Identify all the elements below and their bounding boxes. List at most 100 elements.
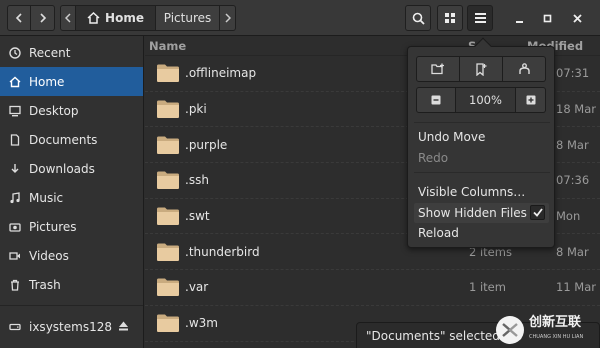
search-button[interactable]	[405, 5, 431, 31]
sidebar: Recent Home Desktop Documents Downloads …	[0, 36, 144, 348]
clock-icon	[8, 46, 22, 60]
home-icon	[8, 75, 22, 89]
path-home-label: Home	[105, 11, 144, 25]
folder-icon	[157, 64, 179, 83]
chevron-right-icon	[39, 13, 46, 23]
folder-icon	[157, 100, 179, 119]
open-terminal-button[interactable]	[503, 56, 546, 82]
file-name: .thunderbird	[185, 244, 260, 259]
zoom-level[interactable]: 100%	[456, 87, 516, 113]
sidebar-item-recent[interactable]: Recent	[0, 38, 143, 67]
nav-buttons	[7, 5, 55, 31]
file-name: .var	[185, 280, 209, 295]
new-folder-icon	[431, 63, 444, 75]
sidebar-item-music[interactable]: Music	[0, 183, 143, 212]
sidebar-item-label: Recent	[29, 45, 71, 60]
close-button[interactable]	[565, 5, 589, 31]
home-icon	[87, 12, 100, 24]
sidebar-item-documents[interactable]: Documents	[0, 125, 143, 154]
redo-item[interactable]: Redo	[418, 151, 448, 165]
app-menu-popover: 100% Undo Move Redo Visible Columns… Sho…	[407, 37, 555, 248]
maximize-icon	[543, 14, 551, 22]
back-button[interactable]	[7, 5, 31, 31]
zoom-in-button[interactable]	[516, 87, 546, 113]
sidebar-separator	[0, 305, 143, 306]
bookmark-button[interactable]	[460, 56, 503, 82]
folder-icon	[157, 314, 179, 333]
file-modified: 18 Mar	[556, 102, 596, 117]
eject-icon[interactable]	[118, 320, 129, 334]
show-hidden-files-item[interactable]: Show Hidden Files	[414, 203, 549, 223]
minimize-icon	[515, 20, 523, 23]
view-toggle-button[interactable]	[437, 5, 463, 31]
video-icon	[8, 249, 22, 263]
undo-move-item[interactable]: Undo Move	[418, 130, 485, 144]
menu-separator	[414, 122, 550, 123]
document-icon	[8, 133, 22, 147]
folder-icon	[157, 171, 179, 190]
file-modified: 07:31	[556, 66, 590, 81]
path-scroll-left-button[interactable]	[60, 5, 76, 31]
download-icon	[8, 162, 22, 176]
plus-icon	[526, 95, 535, 105]
sidebar-item-downloads[interactable]: Downloads	[0, 154, 143, 183]
file-name: .offlineimap	[185, 66, 257, 81]
minus-icon	[431, 95, 441, 105]
folder-icon	[157, 278, 179, 297]
file-name: .swt	[185, 209, 210, 224]
sidebar-item-pictures[interactable]: Pictures	[0, 212, 143, 241]
menu-button[interactable]	[467, 5, 493, 31]
file-modified: 07:36	[556, 173, 590, 188]
sidebar-item-label: Documents	[29, 132, 98, 147]
file-modified: Mon	[556, 209, 581, 224]
reload-item[interactable]: Reload	[418, 226, 459, 240]
file-size: 1 item	[469, 280, 506, 295]
zoom-out-button[interactable]	[416, 87, 456, 113]
chevron-left-icon	[15, 13, 22, 23]
sidebar-item-label: Home	[29, 74, 65, 89]
drive-icon	[8, 320, 22, 334]
file-name: .w3m	[185, 316, 218, 331]
file-name: .ssh	[185, 173, 209, 188]
sidebar-item-label: ixsystems128	[29, 319, 112, 334]
file-name: .pki	[185, 102, 207, 117]
folder-icon	[157, 207, 179, 226]
sidebar-item-home[interactable]: Home	[0, 67, 143, 96]
sidebar-item-label: Trash	[29, 277, 61, 292]
menu-separator	[414, 172, 550, 173]
sidebar-item-videos[interactable]: Videos	[0, 241, 143, 270]
checkbox-checked-icon[interactable]	[530, 205, 545, 220]
logo-icon	[496, 315, 524, 344]
sidebar-item-label: Pictures	[29, 219, 77, 234]
camera-icon	[8, 220, 22, 234]
trash-icon	[8, 278, 22, 292]
file-modified: 8 Mar	[556, 137, 589, 152]
visible-columns-item[interactable]: Visible Columns…	[418, 185, 525, 199]
path-pictures-button[interactable]: Pictures	[156, 5, 220, 31]
table-row[interactable]: .var 1 item 11 Mar	[145, 270, 600, 306]
chevron-left-icon	[65, 13, 71, 23]
folder-icon	[157, 243, 179, 261]
grid-icon	[445, 13, 455, 23]
music-icon	[8, 191, 22, 205]
sidebar-item-device[interactable]: ixsystems128	[0, 312, 143, 341]
show-hidden-files-label: Show Hidden Files	[418, 206, 527, 220]
path-bar: Home Pictures	[60, 5, 236, 31]
maximize-button[interactable]	[535, 5, 559, 31]
sidebar-item-trash[interactable]: Trash	[0, 270, 143, 299]
minimize-button[interactable]	[507, 5, 531, 31]
chevron-right-icon	[224, 13, 231, 23]
header-bar: Home Pictures	[0, 0, 600, 36]
action-button-group	[416, 56, 546, 82]
file-modified: 11 Mar	[556, 280, 596, 295]
sidebar-item-label: Music	[29, 190, 64, 205]
sidebar-item-label: Desktop	[29, 103, 79, 118]
path-home-button[interactable]: Home	[76, 5, 156, 31]
close-icon	[572, 13, 582, 23]
forward-button[interactable]	[31, 5, 55, 31]
sidebar-item-desktop[interactable]: Desktop	[0, 96, 143, 125]
path-current-label: Pictures	[163, 11, 212, 25]
new-folder-button[interactable]	[416, 56, 460, 82]
path-scroll-right-button[interactable]	[220, 5, 236, 31]
column-name[interactable]: Name	[149, 39, 186, 53]
